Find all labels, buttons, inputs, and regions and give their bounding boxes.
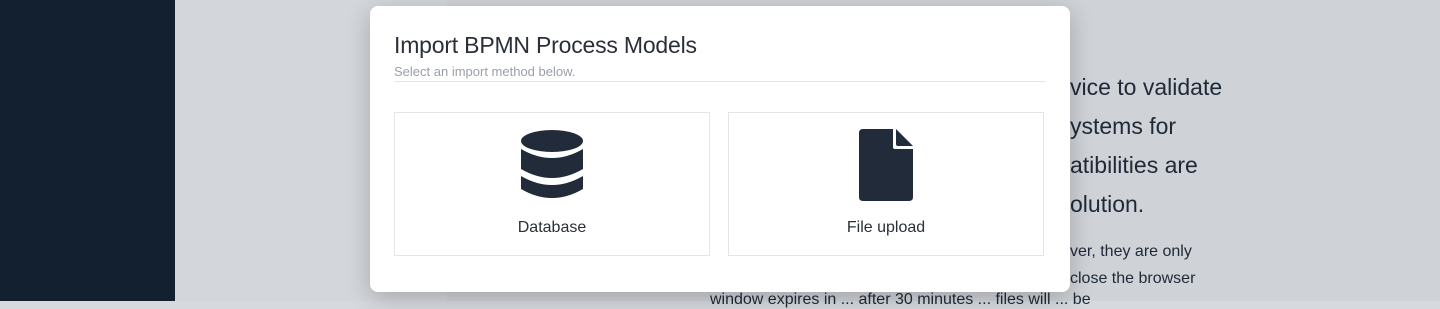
import-option-file-upload[interactable]: File upload (728, 112, 1044, 256)
background-line: close the browser (1070, 270, 1196, 287)
background-line: ver, they are only (1070, 243, 1192, 260)
background-text-small: ver, they are only close the browser (1070, 238, 1195, 292)
import-option-label: File upload (846, 219, 926, 236)
import-option-database[interactable]: Database (394, 112, 710, 256)
database-icon (520, 129, 584, 206)
background-text-large: vice to validate ystems for atibilities … (1070, 68, 1222, 224)
background-line: atibilities are (1070, 152, 1198, 178)
modal-divider (394, 81, 1046, 82)
file-icon (859, 129, 913, 206)
background-line: vice to validate (1070, 74, 1223, 100)
background-partial-text: window expires in ... after 30 minutes .… (710, 291, 1091, 308)
modal-subtitle: Select an import method below. (394, 64, 576, 79)
modal-title: Import BPMN Process Models (394, 32, 697, 58)
sidebar (0, 0, 175, 301)
import-modal: Import BPMN Process Models Select an imp… (370, 6, 1070, 292)
background-line: ystems for (1070, 113, 1177, 139)
background-line: olution. (1070, 191, 1145, 217)
import-option-label: Database (517, 219, 587, 236)
